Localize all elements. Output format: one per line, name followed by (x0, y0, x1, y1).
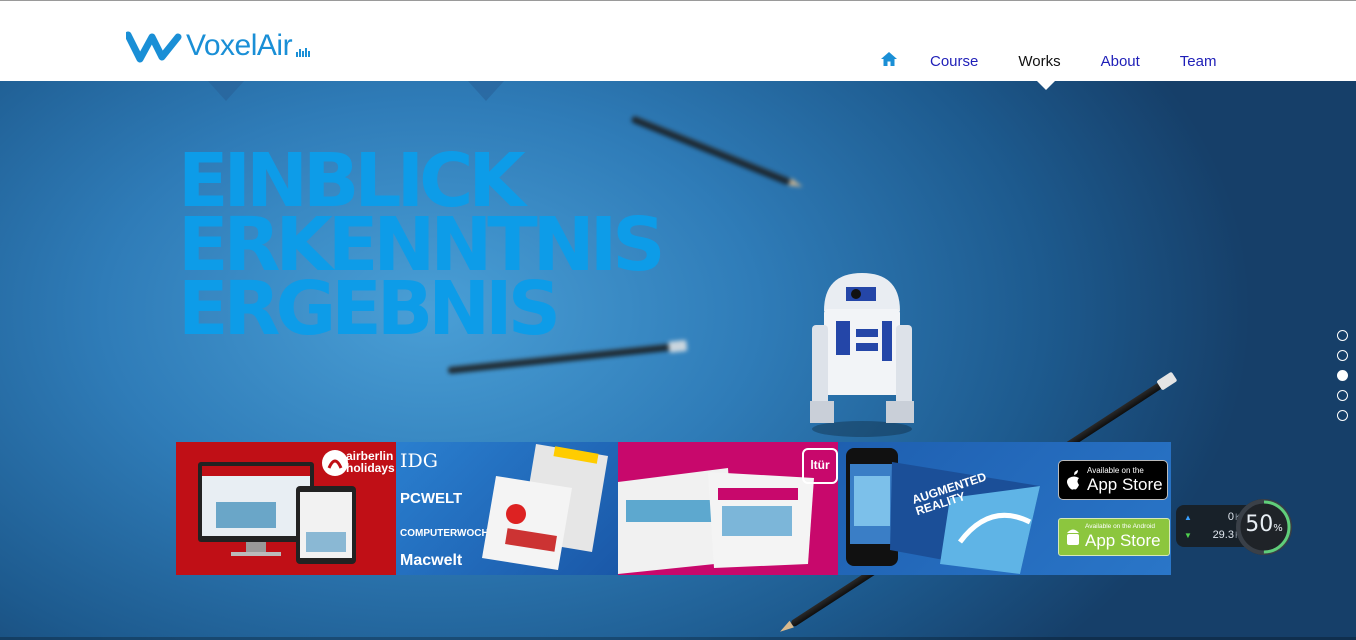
portfolio-tile-ltur[interactable]: ltür (618, 442, 838, 575)
portfolio-strip: airberlin holidays IDG PCWELT COMPUTERWO… (176, 442, 1171, 575)
usage-percent-sign: % (1273, 523, 1283, 534)
android-icon (1067, 529, 1079, 545)
home-icon (881, 52, 897, 66)
slide-dot[interactable] (1337, 330, 1348, 341)
network-speed-widget[interactable]: ▲ 0 K/s ▼ 29.3 K/s 50% (1176, 499, 1296, 555)
main-nav: Course Works About Team (880, 51, 1256, 71)
publication-macwelt: Macwelt (400, 552, 463, 569)
badge-small-text: Available on the (1087, 466, 1144, 475)
download-value: 29.3 (1212, 529, 1234, 541)
app-store-badge[interactable]: Available on the App Store (1058, 460, 1168, 500)
voxelair-logo-mark (126, 31, 182, 63)
android-store-badge[interactable]: Available on the Android App Store (1058, 518, 1170, 556)
slide-dot[interactable] (1337, 350, 1348, 361)
decor-triangle (208, 81, 244, 101)
usage-gauge: 50% (1236, 499, 1292, 555)
publication-pcwelt: PCWELT (400, 490, 463, 507)
decor-triangle (468, 81, 504, 101)
brand-logo[interactable]: VoxelAir (126, 29, 311, 63)
nav-course[interactable]: Course (930, 53, 978, 70)
slide-dot[interactable] (1337, 390, 1348, 401)
ltur-logo: ltür (802, 448, 838, 484)
idg-logo: IDG (400, 450, 438, 472)
usage-percent-value: 50 (1245, 512, 1274, 537)
logo-bars-icon (296, 48, 311, 57)
active-nav-pointer (1036, 80, 1056, 90)
slide-dot-active[interactable] (1337, 370, 1348, 381)
upload-value: 0 (1227, 511, 1234, 523)
airberlin-brand: airberlin holidays (346, 450, 395, 474)
hero-headline: EINBLICK ERKENNTNIS ERGEBNIS (178, 144, 666, 346)
portfolio-tile-airberlin[interactable]: airberlin holidays (176, 442, 396, 575)
nav-works[interactable]: Works (1018, 53, 1060, 70)
portfolio-tile-idg[interactable]: IDG PCWELT COMPUTERWOCHE Macwelt (396, 442, 618, 575)
usage-percent: 50% (1236, 512, 1292, 537)
apple-icon (1067, 470, 1079, 490)
badge-small-text: Available on the Android (1085, 523, 1155, 530)
slide-pagination (1337, 330, 1348, 421)
nav-team[interactable]: Team (1180, 53, 1217, 70)
slide-dot[interactable] (1337, 410, 1348, 421)
badge-big-text: App Store (1087, 475, 1163, 494)
site-header: VoxelAir Course Works About Team (0, 1, 1356, 81)
download-arrow-icon: ▼ (1184, 530, 1192, 540)
brand-name: VoxelAir (186, 29, 293, 62)
airberlin-line: holidays (346, 461, 395, 475)
robot-figure (810, 273, 914, 437)
badge-big-text: App Store (1085, 531, 1161, 550)
nav-about[interactable]: About (1101, 53, 1140, 70)
upload-arrow-icon: ▲ (1184, 512, 1192, 522)
portfolio-tile-augmented-reality[interactable]: AUGMENTED REALITY Available on the App S… (838, 442, 1171, 575)
magazines-mockup (482, 444, 608, 570)
nav-home[interactable] (880, 51, 898, 71)
hero-slide: EINBLICK ERKENNTNIS ERGEBNIS airberlin h… (0, 81, 1356, 640)
